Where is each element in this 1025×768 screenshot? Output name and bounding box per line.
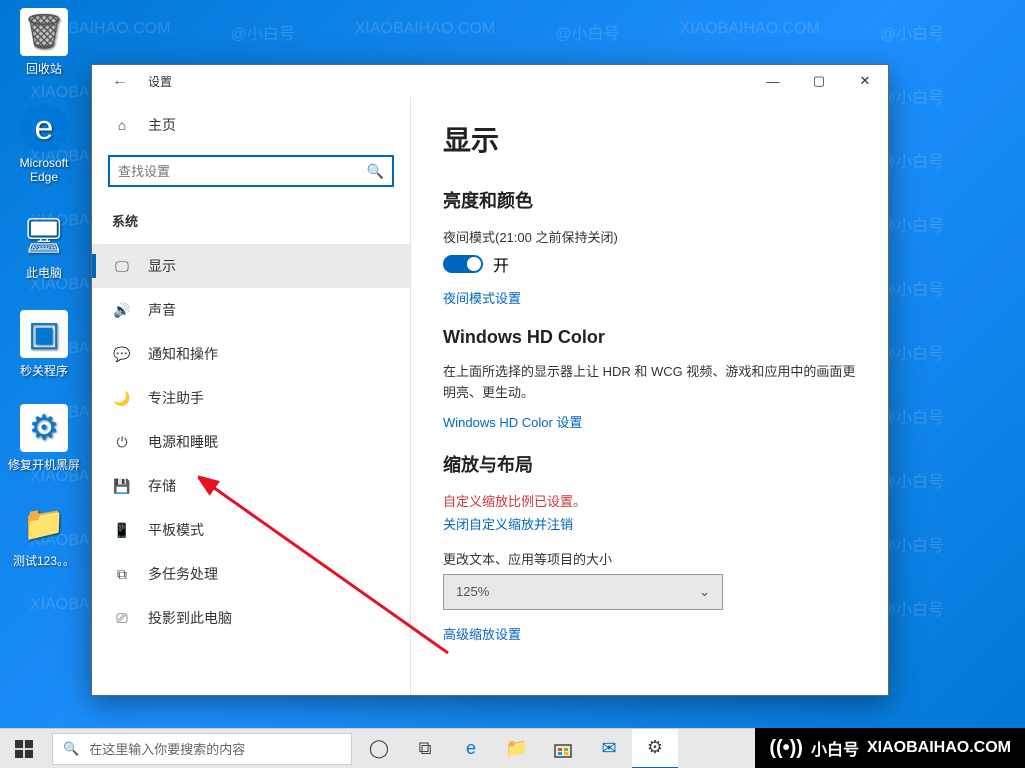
settings-window: ← 设置 — ▢ ✕ ⌂ 主页 🔍 系统 🖵 显示 🔊 声音 💬 通知和操作 🌙 专注助手 ⏻ 电…: [91, 64, 889, 696]
recycle-bin-icon: 🗑: [20, 8, 68, 56]
search-input[interactable]: [118, 164, 367, 179]
nav-item-icon: 🔊: [112, 302, 132, 319]
page-heading: 显示: [443, 119, 856, 159]
icon-label: 修复开机黑屏: [6, 456, 82, 473]
icon-label: 回收站: [6, 60, 82, 77]
icon-label: 测试123。。: [6, 552, 82, 569]
advanced-scale-link[interactable]: 高级缩放设置: [443, 624, 856, 643]
scale-label: 更改文本、应用等项目的大小: [443, 549, 856, 568]
desktop-icon-recycle-bin[interactable]: 🗑 回收站: [6, 8, 82, 77]
nav-item-icon: ⏻: [112, 434, 132, 451]
folder-icon: 📁: [20, 500, 68, 548]
nav-item-label: 存储: [148, 476, 176, 496]
nav-sound[interactable]: 🔊 声音: [92, 288, 410, 332]
nav-item-icon: 📱: [112, 522, 132, 539]
brand-badge: ((•)) 小白号 XIAOBAIHAO.COM: [755, 728, 1025, 768]
hdcolor-link[interactable]: Windows HD Color 设置: [443, 412, 856, 431]
hdcolor-heading: Windows HD Color: [443, 327, 856, 348]
brightness-heading: 亮度和颜色: [443, 187, 856, 213]
nav-item-label: 平板模式: [148, 520, 204, 540]
nav-notifications[interactable]: 💬 通知和操作: [92, 332, 410, 376]
task-view-button[interactable]: ⧉: [402, 729, 448, 768]
pc-icon: 🖥: [20, 212, 68, 260]
nav-multitask[interactable]: ⧉ 多任务处理: [92, 552, 410, 596]
icon-label: Microsoft Edge: [6, 156, 82, 184]
nav-item-label: 电源和睡眠: [148, 432, 218, 452]
nav-item-label: 通知和操作: [148, 344, 218, 364]
night-light-toggle[interactable]: 开: [443, 252, 856, 276]
nav-item-icon: 🌙: [112, 390, 132, 407]
night-light-settings-link[interactable]: 夜间模式设置: [443, 288, 856, 307]
nav-item-icon: 💾: [112, 478, 132, 495]
icon-label: 秒关程序: [6, 362, 82, 379]
desktop-icon-folder[interactable]: 📁 测试123。。: [6, 500, 82, 569]
scale-logout-link[interactable]: 关闭自定义缩放并注销: [443, 514, 856, 533]
minimize-button[interactable]: —: [750, 65, 796, 97]
search-icon: 🔍: [63, 741, 79, 757]
search-icon: 🔍: [367, 163, 384, 180]
settings-sidebar: ⌂ 主页 🔍 系统 🖵 显示 🔊 声音 💬 通知和操作 🌙 专注助手 ⏻ 电源和睡眠 💾 存储 📱 平板模…: [92, 97, 410, 695]
taskbar-mail[interactable]: ✉: [586, 729, 632, 768]
maximize-button[interactable]: ▢: [796, 65, 842, 97]
taskbar-settings[interactable]: ⚙: [632, 729, 678, 768]
nav-item-label: 专注助手: [148, 388, 204, 408]
taskbar-edge[interactable]: e: [448, 729, 494, 768]
wifi-icon: ((•)): [769, 737, 803, 760]
nav-storage[interactable]: 💾 存储: [92, 464, 410, 508]
windows-icon: [15, 740, 33, 758]
edge-icon: e: [20, 104, 68, 152]
nav-project[interactable]: ⎚ 投影到此电脑: [92, 596, 410, 640]
nav-item-icon: ⧉: [112, 566, 132, 583]
nav-item-label: 投影到此电脑: [148, 608, 232, 628]
desktop-icon-app2[interactable]: ⚙ 修复开机黑屏: [6, 404, 82, 473]
home-icon: ⌂: [112, 117, 132, 133]
cortana-button[interactable]: ◯: [356, 729, 402, 768]
home-label: 主页: [148, 115, 176, 135]
nav-item-label: 显示: [148, 256, 176, 276]
desktop-icon-app1[interactable]: ▣ 秒关程序: [6, 310, 82, 379]
nav-item-label: 声音: [148, 300, 176, 320]
taskbar-explorer[interactable]: 📁: [494, 729, 540, 768]
nav-item-label: 多任务处理: [148, 564, 218, 584]
scale-value: 125%: [456, 584, 489, 599]
nav-tablet[interactable]: 📱 平板模式: [92, 508, 410, 552]
settings-search[interactable]: 🔍: [108, 155, 394, 187]
nav-item-icon: ⎚: [112, 610, 132, 627]
icon-label: 此电脑: [6, 264, 82, 281]
window-title: 设置: [148, 73, 172, 90]
scale-warning: 自定义缩放比例已设置。: [443, 491, 856, 510]
category-label: 系统: [92, 205, 410, 244]
app-icon: ▣: [20, 310, 68, 358]
desktop-icon-edge[interactable]: e Microsoft Edge: [6, 104, 82, 184]
titlebar: ← 设置 — ▢ ✕: [92, 65, 888, 97]
nav-display[interactable]: 🖵 显示: [92, 244, 410, 288]
taskbar-search-placeholder: 在这里输入你要搜索的内容: [89, 739, 245, 758]
nav-focus-assist[interactable]: 🌙 专注助手: [92, 376, 410, 420]
hdcolor-desc: 在上面所选择的显示器上让 HDR 和 WCG 视频、游戏和应用中的画面更明亮、更…: [443, 362, 856, 404]
scale-select[interactable]: 125% ⌄: [443, 574, 723, 610]
taskbar-search[interactable]: 🔍 在这里输入你要搜索的内容: [52, 733, 352, 765]
back-button[interactable]: ←: [104, 72, 136, 90]
chevron-down-icon: ⌄: [699, 584, 710, 600]
settings-content: 显示 亮度和颜色 夜间模式(21:00 之前保持关闭) 开 夜间模式设置 Win…: [410, 97, 888, 695]
nav-item-icon: 🖵: [112, 258, 132, 275]
toggle-state: 开: [493, 252, 509, 276]
brand-domain: XIAOBAIHAO.COM: [867, 739, 1011, 757]
taskbar-store[interactable]: [540, 729, 586, 768]
toggle-switch-icon: [443, 255, 483, 273]
night-light-label: 夜间模式(21:00 之前保持关闭): [443, 227, 856, 246]
app-icon: ⚙: [20, 404, 68, 452]
brand-name: 小白号: [811, 736, 859, 760]
home-button[interactable]: ⌂ 主页: [92, 107, 410, 143]
nav-item-icon: 💬: [112, 346, 132, 363]
nav-power-sleep[interactable]: ⏻ 电源和睡眠: [92, 420, 410, 464]
close-button[interactable]: ✕: [842, 65, 888, 97]
start-button[interactable]: [0, 729, 48, 768]
scale-heading: 缩放与布局: [443, 451, 856, 477]
desktop-icon-this-pc[interactable]: 🖥 此电脑: [6, 212, 82, 281]
